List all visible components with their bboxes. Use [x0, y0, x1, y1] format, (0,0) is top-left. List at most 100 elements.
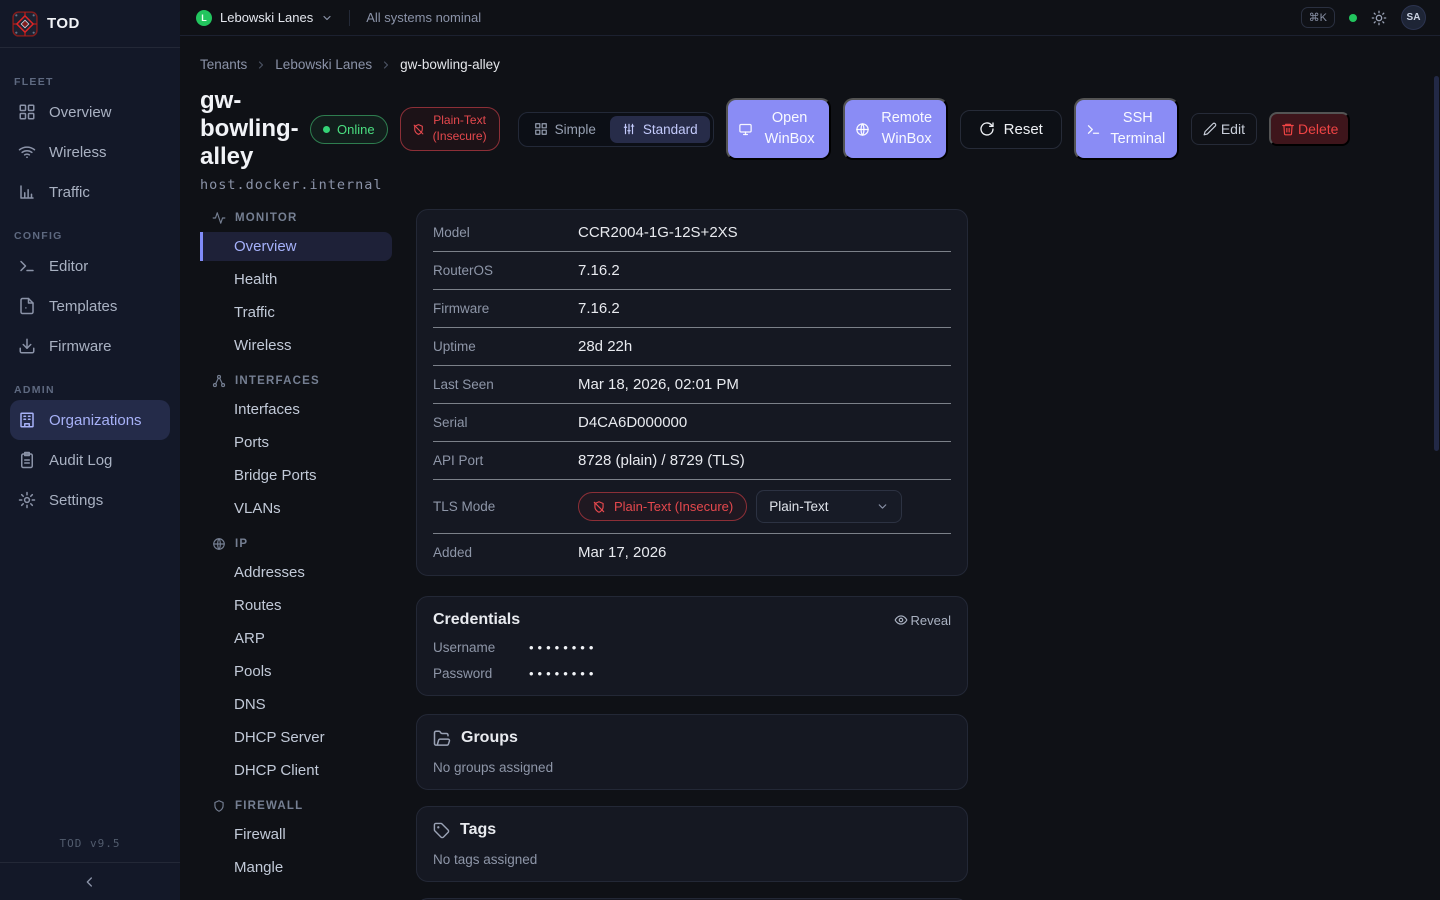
app-logo[interactable]: TOD [0, 0, 180, 48]
online-status-badge: Online [310, 115, 388, 144]
remote-winbox-button[interactable]: Remote WinBox [843, 98, 948, 160]
tls-mode-select[interactable]: Plain-Text [756, 490, 902, 523]
view-mode-toggle: Simple Standard [518, 112, 714, 147]
detail-value: Mar 17, 2026 [578, 544, 666, 561]
subnav-item-traffic[interactable]: Traffic [200, 298, 392, 327]
system-status: All systems nominal [366, 10, 481, 25]
cards-column: Model CCR2004-1G-12S+2XS RouterOS 7.16.2… [416, 209, 968, 900]
device-host: host.docker.internal [200, 177, 1416, 193]
scrollbar-thumb[interactable] [1434, 76, 1439, 451]
topbar-right: ⌘K SA [1301, 5, 1426, 30]
sidebar-item-label: Editor [49, 258, 88, 275]
globe-icon [855, 122, 870, 137]
grid-icon [534, 122, 548, 136]
wifi-icon [18, 143, 36, 161]
reset-button[interactable]: Reset [960, 110, 1062, 149]
subnav-item-dhcp-client[interactable]: DHCP Client [200, 756, 392, 785]
reveal-credentials-button[interactable]: Reveal [894, 613, 951, 628]
subnav-item-mangle[interactable]: Mangle [200, 853, 392, 882]
sidebar-item-traffic[interactable]: Traffic [10, 172, 170, 212]
chevron-left-icon [82, 874, 98, 890]
breadcrumb-tenants[interactable]: Tenants [200, 57, 247, 72]
subnav-item-arp[interactable]: ARP [200, 624, 392, 653]
breadcrumb-tenant[interactable]: Lebowski Lanes [275, 57, 372, 72]
subnav-item-overview[interactable]: Overview [200, 232, 392, 261]
groups-header: Groups [433, 729, 951, 747]
subnav-item-pools[interactable]: Pools [200, 657, 392, 686]
password-label: Password [433, 666, 529, 681]
detail-row-uptime: Uptime 28d 22h [433, 328, 951, 366]
refresh-icon [979, 121, 995, 137]
ssh-terminal-button[interactable]: SSH Terminal [1074, 98, 1179, 160]
insecure-tls-badge: Plain-Text (Insecure) [400, 107, 500, 150]
username-masked-value: •••••••• [529, 640, 597, 655]
eye-icon [894, 613, 908, 627]
sidebar-item-organizations[interactable]: Organizations [10, 400, 170, 440]
tenant-switcher[interactable]: L Lebowski Lanes [196, 10, 333, 26]
detail-value: 8728 (plain) / 8729 (TLS) [578, 452, 745, 469]
subnav-item-routes[interactable]: Routes [200, 591, 392, 620]
subnav-section-label: INTERFACES [235, 375, 320, 387]
detail-value: 7.16.2 [578, 262, 620, 279]
theme-toggle-button[interactable] [1371, 10, 1387, 26]
subnav-item-bridge-ports[interactable]: Bridge Ports [200, 461, 392, 490]
sidebar-collapse-button[interactable] [0, 862, 180, 900]
command-palette-shortcut[interactable]: ⌘K [1301, 7, 1335, 28]
topbar-divider [349, 10, 350, 26]
app-sidebar: TOD FLEET Overview Wireless Traffic CONF… [0, 0, 180, 900]
download-icon [18, 337, 36, 355]
sidebar-item-settings[interactable]: Settings [10, 480, 170, 520]
subnav-item-vlans[interactable]: VLANs [200, 494, 392, 523]
activity-icon [212, 211, 226, 225]
sidebar-item-editor[interactable]: Editor [10, 246, 170, 286]
subnav-item-firewall[interactable]: Firewall [200, 820, 392, 849]
credentials-card: Credentials Reveal Username •••••••• Pas… [416, 596, 968, 696]
app-name: TOD [47, 15, 80, 32]
shield-icon [212, 799, 226, 813]
sidebar-item-label: Wireless [49, 144, 107, 161]
subnav-item-ports[interactable]: Ports [200, 428, 392, 457]
grid-icon [18, 103, 36, 121]
sidebar-item-audit-log[interactable]: Audit Log [10, 440, 170, 480]
sidebar-item-label: Audit Log [49, 452, 112, 469]
globe-icon [212, 537, 226, 551]
credential-row-password: Password •••••••• [433, 666, 951, 681]
device-details-card: Model CCR2004-1G-12S+2XS RouterOS 7.16.2… [416, 209, 968, 576]
subnav-item-dns[interactable]: DNS [200, 690, 392, 719]
sidebar-item-templates[interactable]: Templates [10, 286, 170, 326]
detail-value: CCR2004-1G-12S+2XS [578, 224, 738, 241]
sidebar-item-firmware[interactable]: Firmware [10, 326, 170, 366]
subnav-section-monitor: MONITOR [200, 211, 392, 225]
detail-label: Last Seen [433, 377, 578, 392]
view-mode-simple[interactable]: Simple [522, 116, 608, 143]
connection-status-dot [1349, 14, 1357, 22]
sidebar-item-label: Firmware [49, 338, 112, 355]
subnav-item-wireless[interactable]: Wireless [200, 331, 392, 360]
insecure-label: Plain-Text (Insecure) [432, 113, 488, 144]
standard-label: Standard [643, 122, 698, 137]
open-winbox-button[interactable]: Open WinBox [726, 98, 831, 160]
edit-button[interactable]: Edit [1191, 113, 1257, 145]
user-avatar[interactable]: SA [1401, 5, 1426, 30]
sidebar-item-wireless[interactable]: Wireless [10, 132, 170, 172]
subnav-item-interfaces[interactable]: Interfaces [200, 395, 392, 424]
subnav-item-health[interactable]: Health [200, 265, 392, 294]
page-content: Tenants Lebowski Lanes gw-bowling-alley … [180, 36, 1440, 900]
subnav-item-dhcp-server[interactable]: DHCP Server [200, 723, 392, 752]
sidebar-item-overview[interactable]: Overview [10, 92, 170, 132]
sun-icon [1371, 10, 1387, 26]
delete-button[interactable]: Delete [1269, 112, 1350, 146]
ssh-terminal-label: SSH Terminal [1109, 108, 1167, 150]
sidebar-item-label: Templates [49, 298, 117, 315]
subnav-item-addresses[interactable]: Addresses [200, 558, 392, 587]
reveal-label: Reveal [911, 613, 951, 628]
view-mode-standard[interactable]: Standard [610, 116, 710, 143]
tenant-avatar: L [196, 10, 212, 26]
monitor-icon [738, 122, 753, 137]
file-icon [18, 297, 36, 315]
delete-label: Delete [1298, 121, 1338, 137]
building-icon [18, 411, 36, 429]
detail-value: 7.16.2 [578, 300, 620, 317]
tod-logo-icon [12, 11, 38, 37]
network-icon [212, 374, 226, 388]
